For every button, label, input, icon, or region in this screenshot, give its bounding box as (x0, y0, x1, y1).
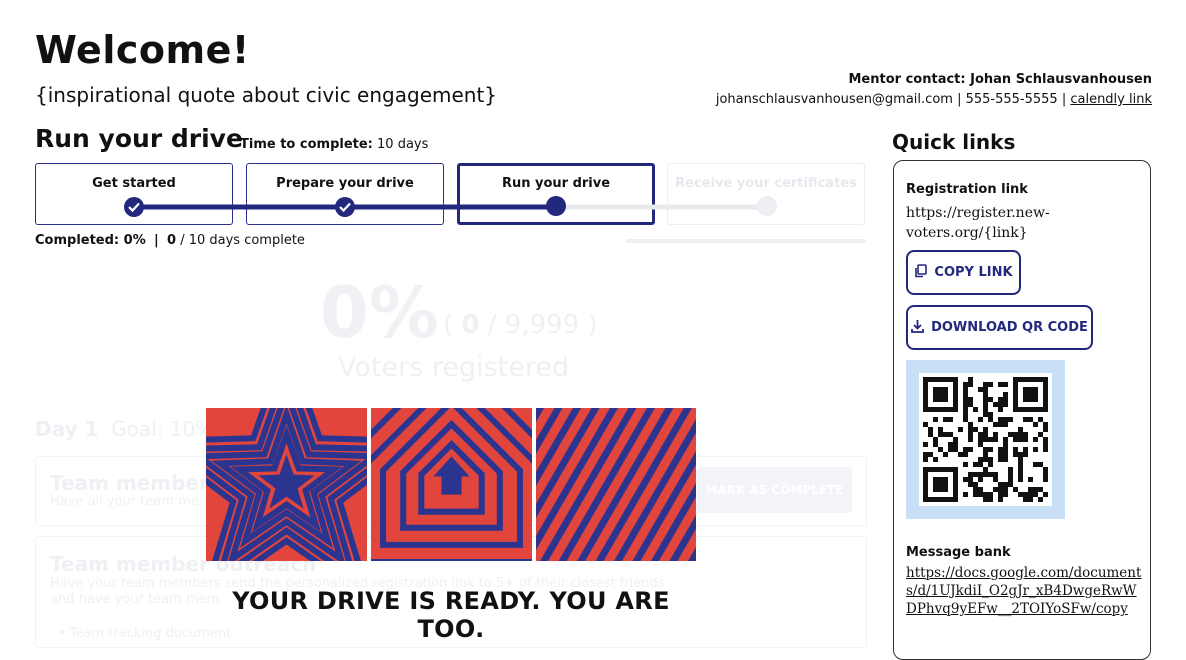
time-value: 10 days (377, 137, 429, 152)
step-label: Receive your certificates (675, 176, 857, 191)
progress-bar (626, 239, 866, 243)
copy-link-button[interactable]: COPY LINK (906, 250, 1021, 295)
registered-count: ( 0 / 9,999 ) (443, 310, 598, 340)
page-title: Welcome! (35, 28, 250, 72)
mentor-contact-label: Mentor contact: Johan Schlausvanhousen (848, 72, 1153, 87)
registration-link-label: Registration link (906, 182, 1028, 197)
time-to-complete: Time to complete: 10 days (240, 137, 428, 152)
calendly-link[interactable]: calendly link (1070, 92, 1152, 107)
mentor-email: johanschlausvanhousen@gmail.com (715, 92, 953, 107)
step-label: Run your drive (501, 176, 611, 191)
qr-code (906, 360, 1065, 519)
mentor-contact-details: johanschlausvanhousen@gmail.com | 555-55… (716, 92, 1152, 107)
registered-label: Voters registered (338, 352, 570, 383)
message-bank-link[interactable]: https://docs.google.com/documents/d/1UJk… (906, 564, 1146, 618)
copy-link-label: COPY LINK (934, 265, 1013, 280)
quick-links-title: Quick links (892, 130, 1016, 154)
completion-status: Completed: 0% | 0 / 10 days complete (35, 233, 305, 248)
task-title: Team member (50, 471, 209, 495)
time-label: Time to complete: (240, 137, 373, 152)
copy-icon (914, 263, 928, 282)
qr-code-image (919, 373, 1052, 506)
mark-complete-button[interactable]: MARK AS COMPLETE (697, 467, 852, 513)
step-label: Prepare your drive (276, 176, 414, 191)
arrow-up-graphic (371, 408, 532, 561)
days-done: 0 (167, 233, 177, 248)
step-label: Get started (92, 176, 176, 191)
drive-ready-tagline: YOUR DRIVE IS READY. YOU ARE TOO. (232, 587, 670, 643)
completed-percent: Completed: 0% (35, 233, 146, 248)
separator: | (952, 92, 966, 107)
registration-url: https://register.new-voters.org/{link} (906, 205, 1050, 241)
section-title: Run your drive (35, 124, 243, 153)
message-bank-label: Message bank (906, 545, 1011, 560)
download-qr-label: DOWNLOAD QR CODE (931, 320, 1088, 335)
star-graphic (206, 408, 367, 561)
days-text: / 10 days complete (180, 233, 305, 248)
task-description: Have all your team me (50, 494, 199, 509)
stripes-graphic (536, 408, 696, 561)
day-title: Day 1 (35, 417, 99, 441)
step-receive-certificates[interactable]: Receive your certificates (667, 163, 865, 225)
inspirational-quote: {inspirational quote about civic engagem… (35, 83, 498, 107)
download-qr-button[interactable]: DOWNLOAD QR CODE (906, 305, 1093, 350)
registered-percent: 0% (320, 272, 439, 354)
mentor-phone: 555-555-5555 (965, 92, 1058, 107)
separator: | (1057, 92, 1071, 107)
step-run-drive[interactable]: Run your drive (457, 163, 655, 225)
step-prepare-drive[interactable]: Prepare your drive (246, 163, 444, 225)
step-get-started[interactable]: Get started (35, 163, 233, 225)
download-icon (911, 319, 924, 337)
